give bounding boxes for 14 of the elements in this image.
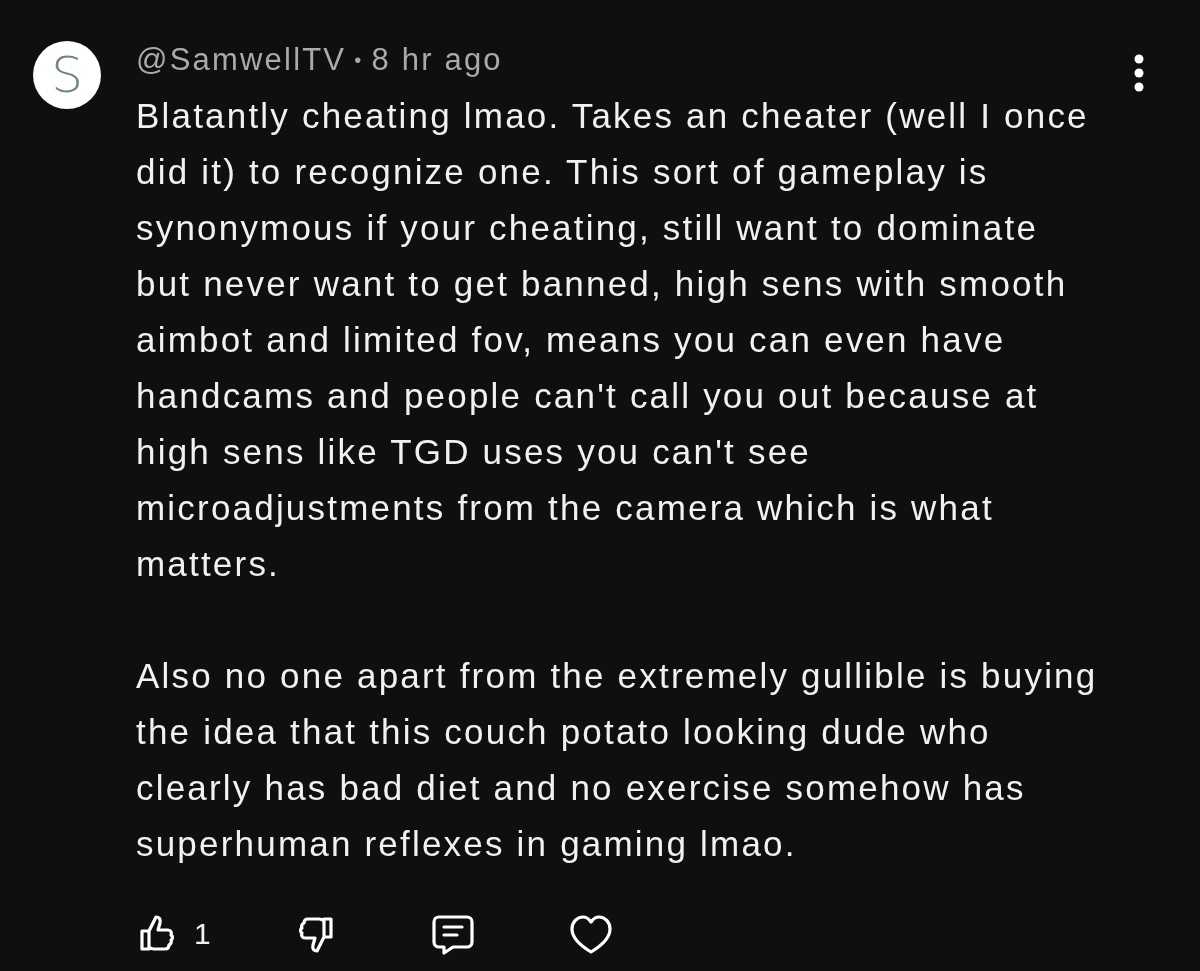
avatar-letter: S [51, 50, 83, 100]
comment-paragraph: Also no one apart from the extremely gullible is buying the idea that this couch potato looking dude who clearly has bad diet and no exercise somehow has superhuman reflexes in gaming lmao. [136, 655, 1099, 865]
avatar[interactable]: S [33, 41, 101, 109]
heart-button[interactable] [568, 912, 613, 956]
reply-button[interactable] [430, 912, 475, 956]
heart-icon [568, 912, 613, 956]
comment-icon [430, 912, 475, 956]
timestamp: 8 hr ago [371, 42, 503, 78]
separator: • [354, 48, 364, 73]
like-count: 1 [194, 919, 211, 949]
more-vertical-icon [1134, 54, 1144, 92]
author-name[interactable]: @SamwellTV [136, 42, 347, 78]
like-button[interactable]: 1 [136, 912, 211, 956]
comment-paragraph: Blatantly cheating lmao. Takes an cheater (well I once did it) to recognize one. This sort of gameplay is synonymous if your cheating, still want to dominate but never want to get banned, high sens with smooth aimbot and limited fov, means you can even have handcams and people can't call you out because at high sens like TGD uses you can't see microadjustments from the camera which is what matters. [136, 95, 1090, 585]
